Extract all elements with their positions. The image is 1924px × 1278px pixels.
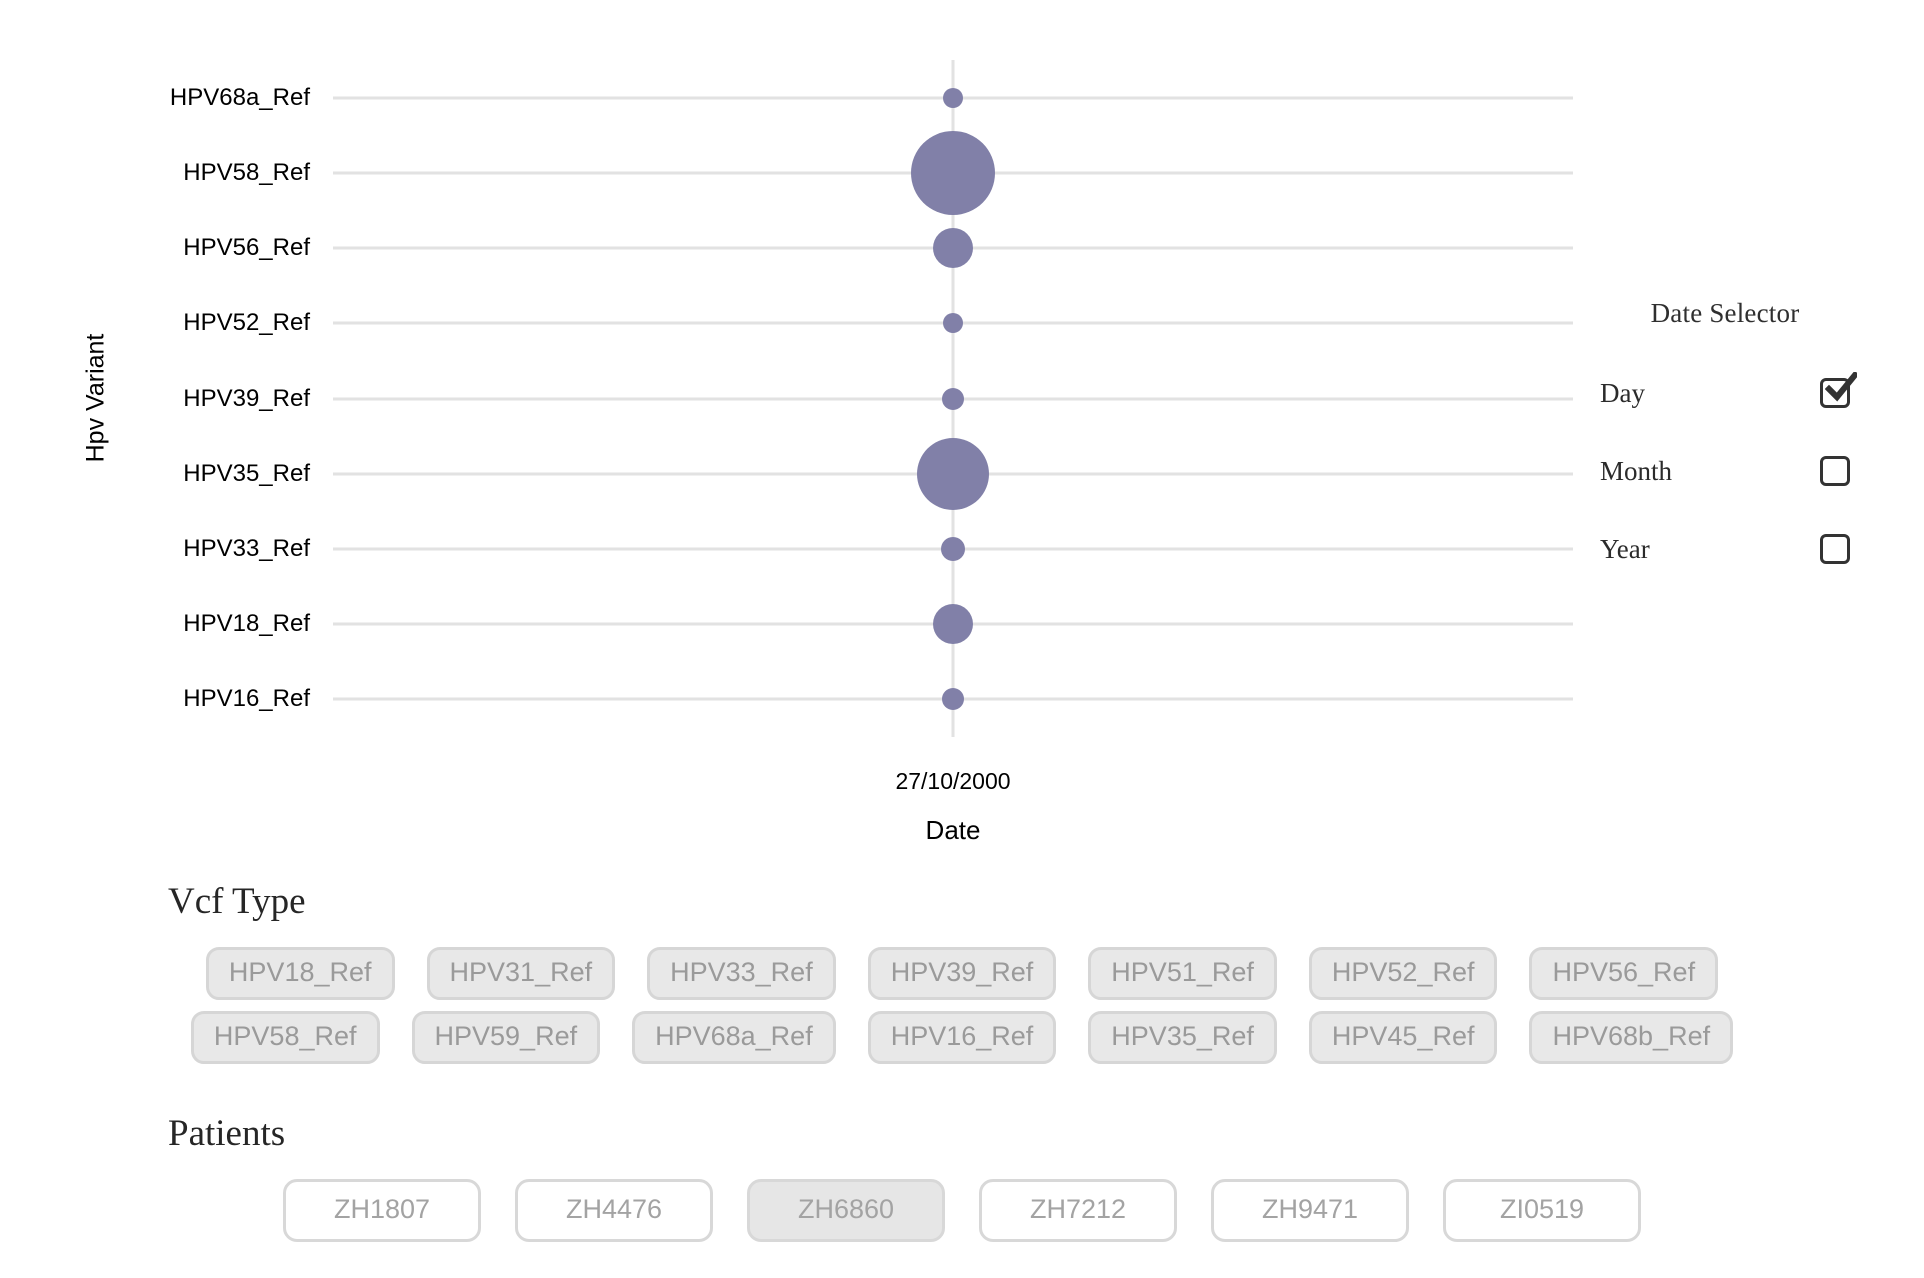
vcf-type-chip[interactable]: HPV68a_Ref — [632, 1011, 836, 1064]
vcf-type-chip[interactable]: HPV35_Ref — [1088, 1011, 1277, 1064]
date-selector-options: Day Month Year — [1600, 372, 1857, 569]
vcf-type-chip[interactable]: HPV31_Ref — [426, 947, 616, 1000]
patient-chip[interactable]: ZH6860 — [747, 1179, 945, 1242]
vcf-type-chip-row: HPV18_Ref HPV31_Ref HPV33_Ref HPV39_Ref HPV5… — [0, 947, 1924, 1000]
patients-title: Patients — [168, 1113, 286, 1154]
patients-section: Patients ZH1807 ZH4476 ZH6860 ZH7212 ZH9471 Z… — [0, 1112, 1924, 1242]
vcf-type-chip-row: HPV58_Ref HPV59_Ref HPV68a_Ref HPV16_Ref HPV… — [0, 1011, 1924, 1064]
vcf-type-chip[interactable]: HPV56_Ref — [1529, 947, 1719, 1000]
vcf-type-chip[interactable]: HPV45_Ref — [1308, 1011, 1498, 1064]
patients-chip-list: ZH1807 ZH4476 ZH6860 ZH7212 ZH9471 ZI0519 — [0, 1179, 1924, 1242]
x-axis-title: Date — [925, 815, 981, 845]
y-axis-tick-label: HPV16_Ref — [183, 685, 310, 713]
y-axis-tick-label: HPV52_Ref — [183, 309, 310, 337]
y-axis-tick-label: HPV33_Ref — [183, 534, 310, 562]
vcf-type-chip[interactable]: HPV52_Ref — [1308, 947, 1498, 1000]
app-root: Hpv Variant HPV68a_Ref HPV58_Ref HPV56_Ref… — [0, 0, 1924, 1278]
date-selector-option-label: Year — [1600, 533, 1650, 564]
data-point[interactable] — [933, 228, 973, 269]
date-selector-option-day[interactable]: Day — [1600, 372, 1857, 413]
vcf-type-chip[interactable]: HPV16_Ref — [867, 1011, 1057, 1064]
date-selector-panel: Date Selector Day Month Year — [1600, 298, 1857, 607]
data-point[interactable] — [941, 536, 965, 561]
y-axis-tick-label: HPV58_Ref — [183, 158, 310, 186]
y-axis-tick-label: HPV35_Ref — [183, 459, 310, 487]
y-axis-title: Hpv Variant — [81, 333, 110, 463]
vcf-type-chip[interactable]: HPV59_Ref — [411, 1011, 601, 1064]
y-axis-tick-label: HPV18_Ref — [183, 610, 310, 638]
vcf-type-chip[interactable]: HPV18_Ref — [205, 947, 395, 1000]
patient-chip[interactable]: ZH4476 — [515, 1179, 713, 1242]
date-selector-option-label: Month — [1600, 455, 1673, 486]
patient-chip[interactable]: ZH7212 — [979, 1179, 1177, 1242]
data-point[interactable] — [942, 387, 964, 410]
patient-chip[interactable]: ZI0519 — [1443, 1179, 1641, 1242]
vcf-type-chip[interactable]: HPV33_Ref — [647, 947, 836, 1000]
vcf-type-chip[interactable]: HPV58_Ref — [190, 1011, 380, 1064]
date-selector-option-month[interactable]: Month — [1600, 451, 1850, 491]
vcf-type-chip[interactable]: HPV39_Ref — [867, 947, 1057, 1000]
date-selector-title: Date Selector — [1650, 298, 1800, 328]
vcf-type-chip-list: HPV18_Ref HPV31_Ref HPV33_Ref HPV39_Ref HPV5… — [0, 947, 1924, 1064]
data-point[interactable] — [911, 130, 995, 215]
data-point[interactable] — [942, 688, 964, 711]
date-selector-option-label: Day — [1600, 377, 1645, 408]
plot-area — [333, 60, 1573, 737]
vcf-type-chip[interactable]: HPV68b_Ref — [1529, 1011, 1734, 1064]
patient-chip[interactable]: ZH9471 — [1211, 1179, 1409, 1242]
vcf-type-section: Vcf Type HPV18_Ref HPV31_Ref HPV33_Ref HPV3… — [0, 880, 1924, 1075]
checkbox-year[interactable] — [1820, 534, 1850, 564]
checkbox-month[interactable] — [1820, 456, 1850, 486]
y-axis-tick-label: HPV56_Ref — [183, 234, 310, 262]
data-point[interactable] — [943, 313, 963, 334]
data-point[interactable] — [917, 437, 989, 510]
patient-chip[interactable]: ZH1807 — [283, 1179, 481, 1242]
vcf-type-chip[interactable]: HPV51_Ref — [1088, 947, 1277, 1000]
data-point[interactable] — [933, 604, 973, 645]
vcf-type-title: Vcf Type — [168, 881, 306, 922]
x-axis-tick-label: 27/10/2000 — [895, 768, 1011, 794]
y-axis-tick-label: HPV39_Ref — [183, 384, 310, 412]
date-selector-option-year[interactable]: Year — [1600, 529, 1850, 569]
check-icon — [1825, 372, 1857, 402]
checkbox-day[interactable] — [1820, 372, 1857, 408]
y-axis-tick-label: HPV68a_Ref — [169, 83, 310, 111]
data-point[interactable] — [943, 87, 963, 108]
